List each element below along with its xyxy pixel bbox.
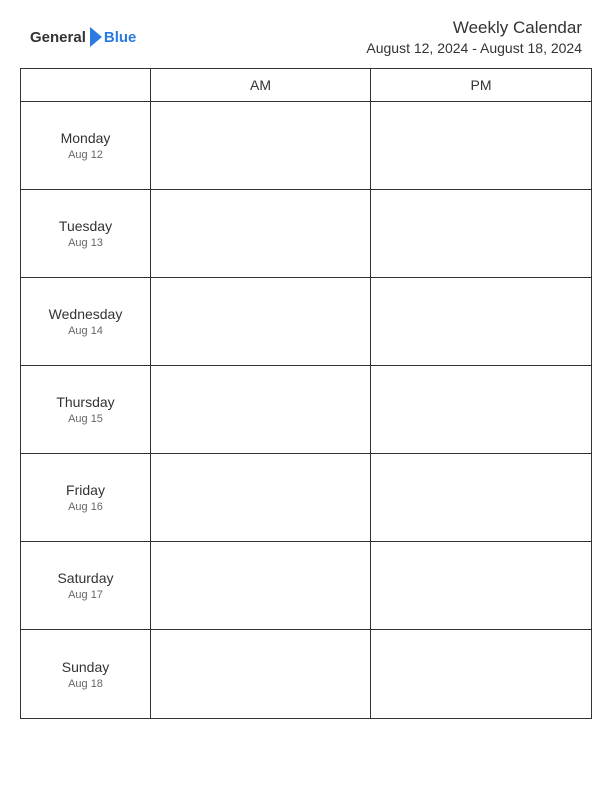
calendar-row: Thursday Aug 15 xyxy=(21,366,591,454)
am-cell[interactable] xyxy=(151,102,371,189)
day-cell: Sunday Aug 18 xyxy=(21,630,151,718)
calendar-row: Wednesday Aug 14 xyxy=(21,278,591,366)
day-name: Sunday xyxy=(62,659,109,675)
calendar-date-range: August 12, 2024 - August 18, 2024 xyxy=(366,40,582,56)
logo-triangle-icon xyxy=(90,27,102,47)
calendar-row: Monday Aug 12 xyxy=(21,102,591,190)
am-cell[interactable] xyxy=(151,366,371,453)
logo-text-blue: Blue xyxy=(104,29,137,46)
day-date: Aug 16 xyxy=(68,501,103,513)
am-cell[interactable] xyxy=(151,278,371,365)
day-date: Aug 17 xyxy=(68,589,103,601)
day-cell: Friday Aug 16 xyxy=(21,454,151,541)
day-name: Thursday xyxy=(56,394,114,410)
pm-cell[interactable] xyxy=(371,190,591,277)
am-cell[interactable] xyxy=(151,630,371,718)
calendar-title: Weekly Calendar xyxy=(366,18,582,38)
am-cell[interactable] xyxy=(151,454,371,541)
pm-cell[interactable] xyxy=(371,102,591,189)
day-cell: Wednesday Aug 14 xyxy=(21,278,151,365)
am-cell[interactable] xyxy=(151,542,371,629)
day-name: Wednesday xyxy=(49,306,123,322)
calendar-row: Sunday Aug 18 xyxy=(21,630,591,718)
day-name: Tuesday xyxy=(59,218,112,234)
calendar-body: Monday Aug 12 Tuesday Aug 13 Wednesday Aug 14… xyxy=(21,102,591,718)
day-date: Aug 18 xyxy=(68,678,103,690)
pm-cell[interactable] xyxy=(371,630,591,718)
calendar-header-row: AM PM xyxy=(21,69,591,102)
calendar: AM PM Monday Aug 12 Tuesday Aug 13 Wednesday… xyxy=(20,68,592,719)
col-pm-header: PM xyxy=(371,69,591,101)
day-date: Aug 15 xyxy=(68,413,103,425)
pm-cell[interactable] xyxy=(371,366,591,453)
pm-cell[interactable] xyxy=(371,542,591,629)
logo: General Blue xyxy=(30,27,136,47)
title-section: Weekly Calendar August 12, 2024 - August… xyxy=(366,18,582,56)
pm-cell[interactable] xyxy=(371,278,591,365)
col-am-header: AM xyxy=(151,69,371,101)
day-date: Aug 13 xyxy=(68,237,103,249)
day-cell: Thursday Aug 15 xyxy=(21,366,151,453)
day-name: Monday xyxy=(61,130,111,146)
day-cell: Saturday Aug 17 xyxy=(21,542,151,629)
am-cell[interactable] xyxy=(151,190,371,277)
day-cell: Monday Aug 12 xyxy=(21,102,151,189)
logo-text-general: General xyxy=(30,29,86,46)
calendar-row: Friday Aug 16 xyxy=(21,454,591,542)
col-day-header xyxy=(21,69,151,101)
page-header: General Blue Weekly Calendar August 12, … xyxy=(0,0,612,68)
day-name: Friday xyxy=(66,482,105,498)
pm-cell[interactable] xyxy=(371,454,591,541)
calendar-row: Tuesday Aug 13 xyxy=(21,190,591,278)
day-cell: Tuesday Aug 13 xyxy=(21,190,151,277)
day-date: Aug 14 xyxy=(68,325,103,337)
day-name: Saturday xyxy=(57,570,113,586)
day-date: Aug 12 xyxy=(68,149,103,161)
calendar-row: Saturday Aug 17 xyxy=(21,542,591,630)
